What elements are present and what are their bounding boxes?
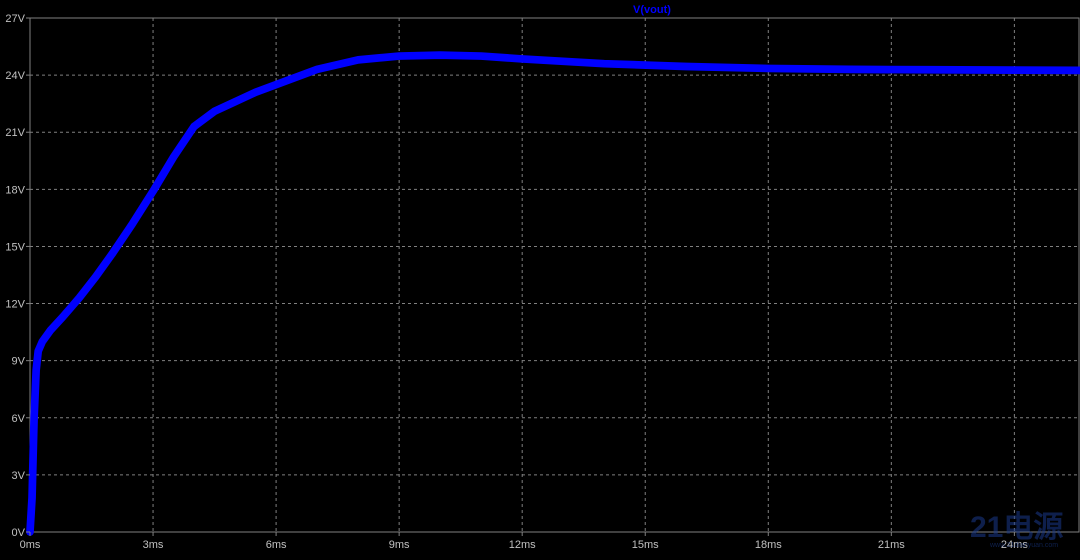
plot-frame [29, 17, 1080, 533]
x-tick-label: 9ms [389, 539, 410, 551]
y-tick-label: 27V [5, 13, 25, 25]
plot-border [29, 17, 1080, 533]
y-tick-label: 21V [5, 127, 25, 139]
tick-labels: 0V 3V 6V 9V 12V 15V 18V 21V 24V 27V 0ms 3ms 6ms 9ms 12… [5, 13, 1028, 551]
y-tick-label: 18V [5, 184, 25, 196]
y-tick-label: 12V [5, 299, 25, 311]
watermark-logo: 21电源 www.21dianyuan.com [970, 511, 1063, 549]
waveform-chart: 0V 3V 6V 9V 12V 15V 18V 21V 24V 27V 0ms 3ms 6ms 9ms 12… [5, 4, 1080, 551]
x-tick-label: 6ms [266, 539, 287, 551]
x-tick-label: 0ms [20, 539, 41, 551]
x-tick-label: 3ms [143, 539, 164, 551]
y-tick-label: 3V [12, 470, 26, 482]
y-tick-label: 0V [12, 527, 26, 539]
series-line-vout [26, 51, 1080, 536]
y-tick-label: 15V [5, 241, 25, 253]
series-label-vout[interactable]: V(vout) [633, 4, 671, 16]
y-tick-label: 9V [12, 356, 26, 368]
x-tick-label: 18ms [755, 539, 782, 551]
y-tick-label: 24V [5, 70, 25, 82]
x-tick-label: 12ms [509, 539, 536, 551]
watermark-text: 21电源 [970, 511, 1063, 544]
watermark-url: www.21dianyuan.com [989, 542, 1058, 549]
x-tick-label: 21ms [878, 539, 905, 551]
series-layer [26, 51, 1080, 536]
grid [30, 18, 1080, 532]
y-tick-label: 6V [12, 413, 26, 425]
x-tick-label: 15ms [632, 539, 659, 551]
